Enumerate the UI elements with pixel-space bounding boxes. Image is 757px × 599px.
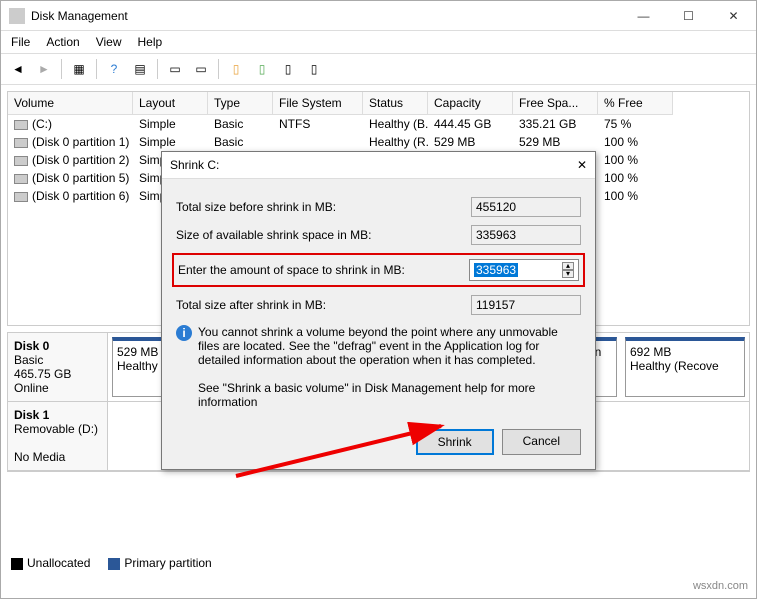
label-total-after: Total size after shrink in MB: <box>176 298 471 312</box>
col-free[interactable]: Free Spa... <box>513 92 598 115</box>
value-available: 335963 <box>471 225 581 245</box>
toolbar-icon[interactable]: ▤ <box>129 58 151 80</box>
menu-action[interactable]: Action <box>46 35 79 49</box>
value-total-after: 119157 <box>471 295 581 315</box>
col-filesystem[interactable]: File System <box>273 92 363 115</box>
window-title: Disk Management <box>31 9 128 23</box>
info-text-2: See "Shrink a basic volume" in Disk Mana… <box>198 381 581 409</box>
spin-down-button[interactable]: ▾ <box>562 270 574 278</box>
shrink-button[interactable]: Shrink <box>416 429 494 455</box>
dialog-close-button[interactable]: ✕ <box>577 158 587 172</box>
toolbar: ◄ ► ▦ ? ▤ ▭ ▭ ▯ ▯ ▯ ▯ <box>1 54 756 85</box>
label-available: Size of available shrink space in MB: <box>176 228 471 242</box>
titlebar: Disk Management — ☐ ✕ <box>1 1 756 31</box>
col-status[interactable]: Status <box>363 92 428 115</box>
menu-help[interactable]: Help <box>138 35 163 49</box>
table-row[interactable]: (C:)SimpleBasicNTFSHealthy (B...444.45 G… <box>8 115 749 133</box>
cancel-button[interactable]: Cancel <box>502 429 581 455</box>
menubar: File Action View Help <box>1 31 756 54</box>
toolbar-icon[interactable]: ▯ <box>303 58 325 80</box>
toolbar-icon[interactable]: ▯ <box>251 58 273 80</box>
main-window: Disk Management — ☐ ✕ File Action View H… <box>0 0 757 599</box>
disk0-label[interactable]: Disk 0 Basic 465.75 GB Online <box>8 333 108 401</box>
toolbar-icon[interactable]: ▦ <box>68 58 90 80</box>
col-pctfree[interactable]: % Free <box>598 92 673 115</box>
col-capacity[interactable]: Capacity <box>428 92 513 115</box>
col-layout[interactable]: Layout <box>133 92 208 115</box>
col-volume[interactable]: Volume <box>8 92 133 115</box>
shrink-amount-input[interactable]: 335963 ▴ ▾ <box>469 259 579 281</box>
label-shrink-amount: Enter the amount of space to shrink in M… <box>178 263 469 277</box>
menu-view[interactable]: View <box>96 35 122 49</box>
info-icon: i <box>176 325 192 341</box>
forward-button[interactable]: ► <box>33 58 55 80</box>
toolbar-icon[interactable]: ▯ <box>225 58 247 80</box>
legend: Unallocated Primary partition <box>11 556 212 570</box>
disk1-label[interactable]: Disk 1 Removable (D:) No Media <box>8 402 108 470</box>
toolbar-icon[interactable]: ▭ <box>164 58 186 80</box>
close-button[interactable]: ✕ <box>711 1 756 30</box>
minimize-button[interactable]: — <box>621 1 666 30</box>
info-text-1: You cannot shrink a volume beyond the po… <box>198 325 581 367</box>
back-button[interactable]: ◄ <box>7 58 29 80</box>
col-type[interactable]: Type <box>208 92 273 115</box>
toolbar-icon[interactable]: ▯ <box>277 58 299 80</box>
shrink-dialog: Shrink C: ✕ Total size before shrink in … <box>161 151 596 470</box>
label-total-before: Total size before shrink in MB: <box>176 200 471 214</box>
refresh-button[interactable]: ? <box>103 58 125 80</box>
menu-file[interactable]: File <box>11 35 30 49</box>
app-icon <box>9 8 25 24</box>
partition-bar[interactable]: 692 MBHealthy (Recove <box>625 337 745 397</box>
value-total-before: 455120 <box>471 197 581 217</box>
toolbar-icon[interactable]: ▭ <box>190 58 212 80</box>
table-row[interactable]: (Disk 0 partition 1)SimpleBasicHealthy (… <box>8 133 749 151</box>
watermark: wsxdn.com <box>693 580 748 592</box>
maximize-button[interactable]: ☐ <box>666 1 711 30</box>
dialog-title: Shrink C: <box>170 158 219 172</box>
